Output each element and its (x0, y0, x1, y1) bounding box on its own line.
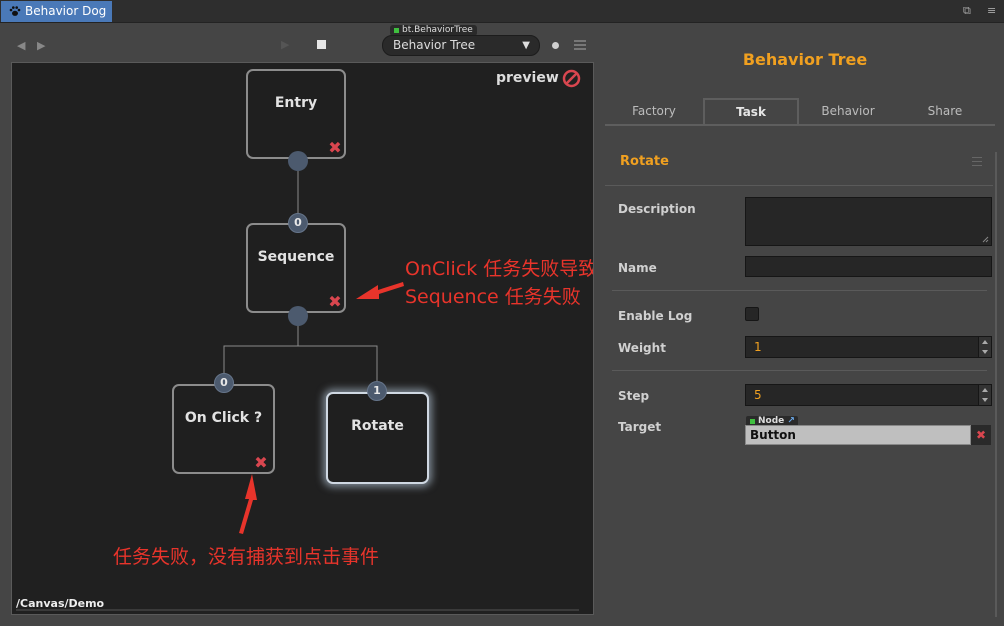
tab-underline (605, 124, 995, 126)
tree-select-value: Behavior Tree (393, 38, 476, 52)
step-field[interactable]: 5 (745, 384, 992, 406)
back-icon[interactable]: ◀ (17, 39, 25, 52)
step-value: 5 (754, 388, 762, 402)
onclick-failure-note: 任务失败，没有捕获到点击事件 (113, 546, 380, 568)
weight-field[interactable]: 1 (745, 336, 992, 358)
paw-icon (9, 6, 21, 16)
restore-window-icon[interactable]: ⧉ (963, 4, 971, 18)
panel-scrollbar[interactable] (995, 152, 997, 617)
task-section-title: Rotate (620, 154, 669, 169)
tab-task[interactable]: Task (703, 98, 799, 125)
resize-grip-icon[interactable] (982, 236, 989, 243)
target-field[interactable]: Button (745, 425, 971, 445)
clear-target-icon[interactable]: ✖ (971, 425, 991, 445)
name-field[interactable] (745, 256, 992, 277)
enable-log-label: Enable Log (618, 309, 693, 323)
chevron-down-icon: ▼ (522, 40, 530, 51)
canvas-scrollbar[interactable] (16, 609, 579, 611)
step-stepper[interactable] (978, 385, 991, 405)
description-field[interactable] (745, 197, 992, 246)
divider (612, 370, 987, 371)
weight-stepper[interactable] (978, 337, 991, 357)
divider (612, 290, 987, 291)
menu-icon[interactable]: ≡ (987, 4, 996, 17)
behavior-tree-canvas[interactable]: Entry ✖ Sequence ✖ 0 On Click ? ✖ 0 Rota… (11, 62, 594, 615)
weight-value: 1 (754, 340, 762, 354)
stop-icon[interactable] (317, 40, 326, 49)
enable-log-checkbox[interactable] (745, 307, 759, 321)
target-label: Target (618, 420, 662, 434)
list-menu-icon[interactable] (574, 40, 586, 50)
play-icon[interactable]: ▶ (281, 38, 289, 51)
weight-label: Weight (618, 341, 666, 355)
tab-share[interactable]: Share (897, 98, 993, 124)
target-value: Button (750, 428, 796, 442)
description-label: Description (618, 202, 696, 216)
panel-title: Behavior Tree (742, 50, 868, 69)
tree-select[interactable]: Behavior Tree ▼ (382, 35, 540, 56)
sequence-failure-note-line1: OnClick 任务失败导致 (405, 258, 594, 280)
sequence-failure-note-line2: Sequence 任务失败 (405, 286, 581, 308)
title-bar (0, 0, 1004, 23)
annotation-arrows (239, 282, 404, 534)
step-label: Step (618, 389, 650, 403)
panel-tabs: Factory Task Behavior Share (605, 98, 995, 125)
window-tab-label: Behavior Dog (25, 4, 107, 18)
forward-icon[interactable]: ▶ (37, 39, 45, 52)
tab-behavior[interactable]: Behavior (800, 98, 896, 124)
tab-factory[interactable]: Factory (606, 98, 702, 124)
record-icon[interactable] (552, 42, 559, 49)
section-menu-icon[interactable] (972, 157, 982, 166)
name-label: Name (618, 261, 657, 275)
